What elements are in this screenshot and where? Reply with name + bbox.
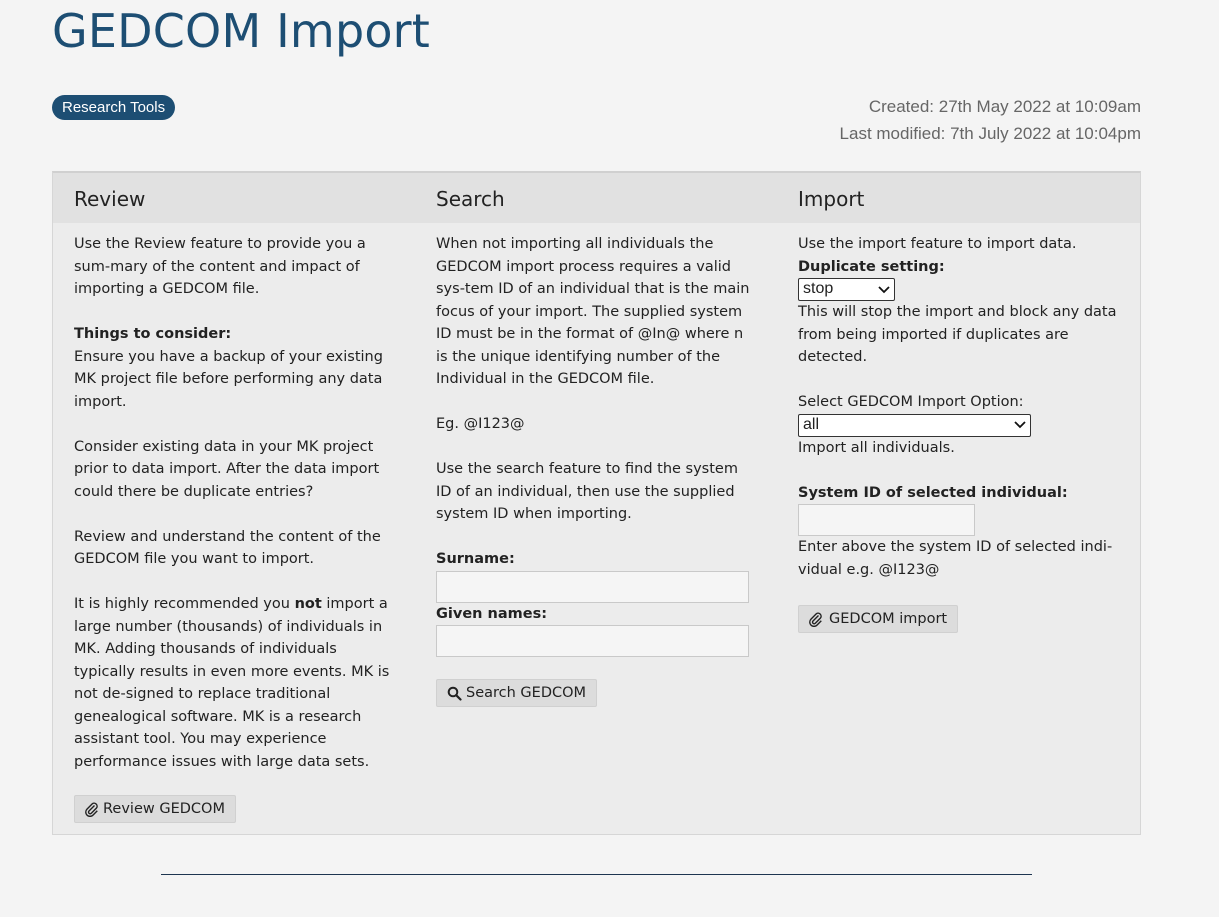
search-gedcom-button[interactable]: Search GEDCOM <box>436 679 598 707</box>
given-names-label: Given names: <box>436 605 548 622</box>
import-option-help: Import all individuals. <box>798 439 955 456</box>
import-title: Import <box>798 187 865 211</box>
system-id-input[interactable] <box>798 504 975 536</box>
surname-input[interactable] <box>436 570 749 603</box>
panel-header: Review Search Import <box>53 173 1140 223</box>
search-example: Eg. @I123@ <box>436 416 525 432</box>
paperclip-icon <box>85 802 98 817</box>
things-heading: Things to consider: <box>74 326 232 342</box>
gedcom-panel: Review Search Import Use the Review feat… <box>52 171 1141 835</box>
import-option-label: Select GEDCOM Import Option: <box>798 394 1024 410</box>
things-item: Consider existing data in your MK projec… <box>74 438 380 500</box>
search-usage: Use the search feature to find the syste… <box>436 461 738 522</box>
system-id-help: Enter above the system ID of selected in… <box>798 539 1113 578</box>
duplicate-setting-select[interactable]: stop <box>798 278 895 301</box>
magnifier-icon <box>447 686 462 701</box>
system-id-label: System ID of selected individual: <box>798 484 1068 501</box>
search-title: Search <box>436 187 505 211</box>
paperclip-icon <box>809 612 822 627</box>
modified-date: Last modified: 7th July 2022 at 10:04pm <box>839 124 1141 143</box>
recommendation-text: It is highly recommended you not import … <box>74 596 390 770</box>
surname-label: Surname: <box>436 551 515 567</box>
duplicate-help: This will stop the import and block any … <box>798 304 1117 365</box>
chevron-down-icon <box>1014 421 1026 429</box>
search-intro: When not importing all individuals the G… <box>436 236 750 387</box>
review-title: Review <box>74 187 146 211</box>
chevron-down-icon <box>878 285 890 293</box>
page-meta: Created: 27th May 2022 at 10:09am Last m… <box>840 93 1141 147</box>
research-tools-tag[interactable]: Research Tools <box>52 95 176 120</box>
review-gedcom-button[interactable]: Review GEDCOM <box>74 795 236 823</box>
search-column: When not importing all individuals the G… <box>436 233 758 708</box>
page-title: GEDCOM Import <box>52 4 431 58</box>
duplicate-setting-label: Duplicate setting: <box>798 258 945 275</box>
given-names-input[interactable] <box>436 625 749 657</box>
review-column: Use the Review feature to provide you a … <box>74 233 396 824</box>
import-column: Use the import feature to import data. D… <box>798 233 1120 634</box>
things-item: Ensure you have a backup of your existin… <box>74 348 383 410</box>
import-option-select[interactable]: all <box>798 413 1031 437</box>
created-date: Created: 27th May 2022 at 10:09am <box>868 97 1141 116</box>
import-intro: Use the import feature to import data. <box>798 236 1077 252</box>
review-intro: Use the Review feature to provide you a … <box>74 236 366 297</box>
gedcom-import-button[interactable]: GEDCOM import <box>798 605 959 633</box>
footer-divider <box>161 874 1032 875</box>
things-item: Review and understand the content of the… <box>74 528 381 568</box>
